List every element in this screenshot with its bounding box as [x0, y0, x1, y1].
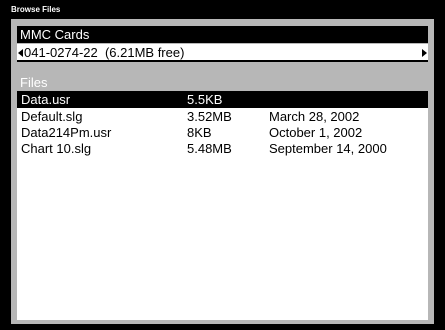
arrow-right-icon[interactable] [422, 49, 427, 57]
file-name: Data.usr [21, 92, 71, 107]
file-row[interactable]: Data214Pm.usr 8KB October 1, 2002 [17, 124, 428, 141]
file-date: October 1, 2002 [269, 125, 363, 140]
file-size: 5.48MB [187, 141, 232, 156]
file-date: September 14, 2000 [269, 141, 387, 156]
mmc-cards-header: MMC Cards [17, 26, 428, 43]
window-title: Browse Files [11, 5, 61, 14]
file-row[interactable]: Default.slg 3.52MB March 28, 2002 [17, 108, 428, 125]
selected-card-value: 041-0274-22 (6.21MB free) [24, 45, 185, 60]
dialog-client-area: MMC Cards 041-0274-22 (6.21MB free) File… [11, 19, 434, 324]
file-name: Data214Pm.usr [21, 125, 112, 140]
file-size: 5.5KB [187, 92, 223, 107]
files-header: Files [17, 74, 428, 91]
file-date: March 28, 2002 [269, 109, 360, 124]
browse-files-window: Browse Files MMC Cards 041-0274-22 (6.21… [0, 0, 445, 330]
file-name: Default.slg [21, 109, 83, 124]
mmc-card-selector[interactable]: 041-0274-22 (6.21MB free) [17, 44, 428, 62]
file-size: 3.52MB [187, 109, 232, 124]
file-name: Chart 10.slg [21, 141, 92, 156]
file-row[interactable]: Data.usr 5.5KB [17, 91, 428, 108]
file-size: 8KB [187, 125, 212, 140]
arrow-left-icon[interactable] [18, 49, 23, 57]
file-row[interactable]: Chart 10.slg 5.48MB September 14, 2000 [17, 140, 428, 157]
files-list: Data.usr 5.5KB Default.slg 3.52MB March … [17, 91, 428, 320]
